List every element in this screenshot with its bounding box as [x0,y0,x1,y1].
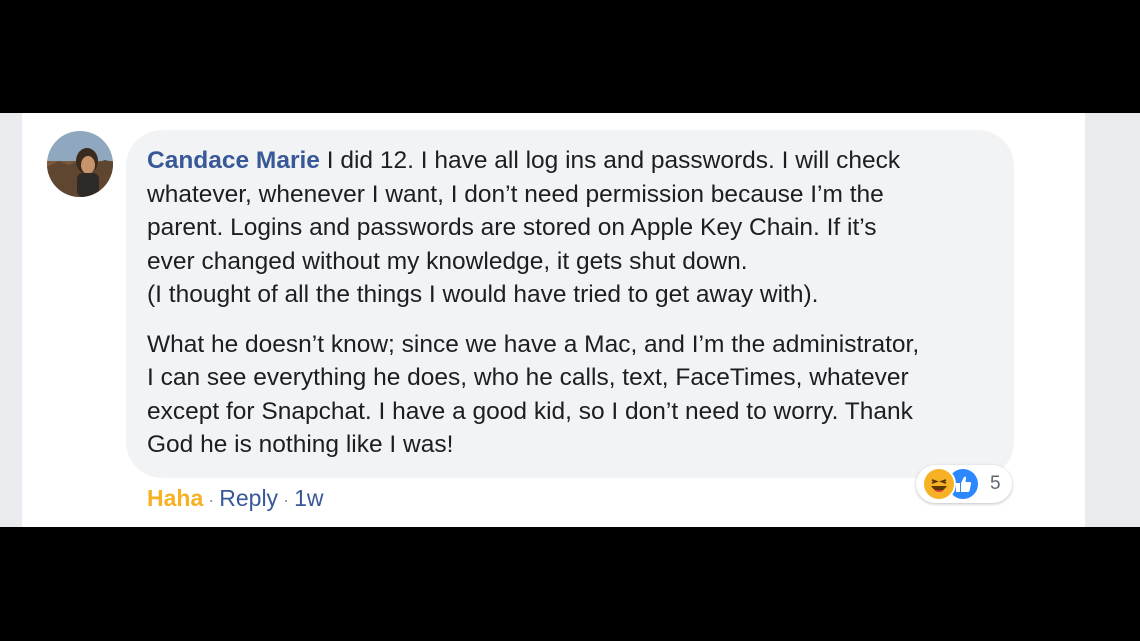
reaction-count: 5 [990,473,1001,494]
haha-icon [922,467,956,501]
comment-actions: Haha · Reply · 1w [147,485,323,512]
timestamp[interactable]: 1w [294,485,323,511]
comment-bubble: Candace Marie I did 12. I have all log i… [126,130,1014,478]
avatar-photo [47,131,113,197]
separator: · [283,490,290,510]
reaction-summary[interactable]: 5 [916,465,1012,503]
comment-author[interactable]: Candace Marie [147,147,320,174]
avatar[interactable] [47,131,113,197]
comment-panel: Candace Marie I did 12. I have all log i… [0,113,1140,527]
comment-paragraph-1: Candace Marie I did 12. I have all log i… [147,144,990,312]
separator: · [208,490,215,510]
comment-paragraph-2: What he doesn’t know; since we have a Ma… [147,330,920,459]
reaction-button[interactable]: Haha [147,485,203,511]
comment-card: Candace Marie I did 12. I have all log i… [22,113,1085,527]
reply-button[interactable]: Reply [219,485,278,511]
